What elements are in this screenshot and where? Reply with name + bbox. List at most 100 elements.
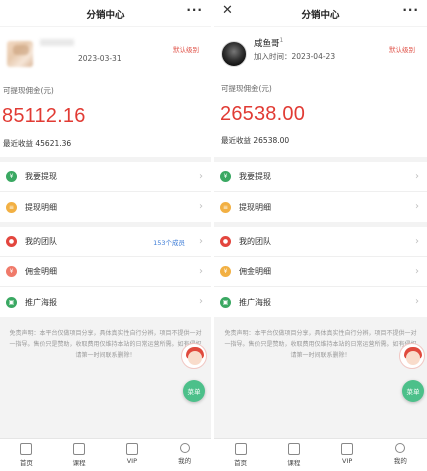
- receipt-icon: ≡: [6, 201, 17, 213]
- menu-label: 佣金明细: [25, 267, 57, 276]
- earnings-card: 咸鱼哥1 加入时间：2023-04-23 默认级别 可提现佣金(元) 26538…: [214, 27, 427, 157]
- menu-label: 我的团队: [25, 237, 57, 246]
- chevron-right-icon: ›: [199, 171, 203, 182]
- menu-fab-button[interactable]: 菜单: [183, 380, 205, 402]
- page-title: 分销中心: [86, 10, 125, 21]
- poster-icon: ▣: [220, 296, 231, 308]
- join-date: 2023-03-31: [78, 54, 122, 63]
- tab-home[interactable]: 首页: [214, 439, 267, 471]
- withdrawable-label: 可提现佣金(元): [221, 84, 272, 93]
- user-name: 咸鱼哥1: [254, 37, 284, 49]
- bottom-tab-bar: 首页 课程 VIP 我的: [0, 438, 211, 471]
- recent-income: 最近收益 26538.00: [221, 136, 290, 145]
- withdraw-menu: ¥ 我要提现 › ≡ 提现明细 ›: [0, 162, 211, 222]
- more-icon[interactable]: ···: [402, 3, 419, 17]
- menu-item-my-team[interactable]: ● 我的团队 ›: [214, 227, 427, 257]
- page-title: 分销中心: [301, 10, 340, 21]
- avatar: [7, 41, 33, 67]
- tab-label: VIP: [341, 457, 353, 465]
- withdrawable-label: 可提现佣金(元): [3, 86, 54, 95]
- menu-item-promo-poster[interactable]: ▣ 推广海报 ›: [0, 287, 211, 317]
- menu-label: 我要提现: [239, 172, 271, 181]
- tab-label: 首页: [19, 459, 33, 467]
- tab-course[interactable]: 课程: [53, 439, 106, 471]
- wallet-icon: ¥: [220, 171, 231, 182]
- course-icon: [73, 443, 86, 455]
- disclaimer-text: 免责声明：本平台仅做项目分享，具体真实性自行分辨，项目不提供一对一指导。售价只是…: [9, 330, 202, 359]
- level-badge[interactable]: 默认级别: [173, 44, 199, 54]
- profile-icon: [395, 443, 406, 453]
- chevron-right-icon: ›: [415, 201, 419, 212]
- bottom-tab-bar: 首页 课程 VIP 我的: [214, 438, 427, 471]
- tab-vip[interactable]: VIP: [321, 439, 374, 471]
- menu-label: 我的团队: [239, 237, 271, 246]
- profile-icon: [179, 443, 190, 453]
- menu-label: 佣金明细: [239, 267, 271, 276]
- disclaimer-text: 免责声明：本平台仅做项目分享，具体真实性自行分辨，项目不提供一对一指导。售价只是…: [224, 330, 417, 359]
- top-bar: ✕ 分销中心 ···: [214, 0, 427, 26]
- wallet-icon: ¥: [6, 171, 17, 182]
- menu-item-withdraw-details[interactable]: ≡ 提现明细 ›: [214, 192, 427, 222]
- join-date: 加入时间：2023-04-23: [254, 52, 336, 61]
- distribution-screen-right: ✕ 分销中心 ··· 咸鱼哥1 加入时间：2023-04-23 默认级别 可提现…: [214, 0, 427, 471]
- team-menu: ● 我的团队 › ¥ 佣金明细 › ▣ 推广海报 ›: [214, 227, 427, 317]
- chevron-right-icon: ›: [199, 201, 203, 212]
- chevron-right-icon: ›: [199, 266, 203, 277]
- chevron-right-icon: ›: [415, 171, 419, 182]
- commission-icon: ¥: [220, 266, 231, 277]
- vip-icon: [341, 443, 354, 455]
- menu-item-my-team[interactable]: ● 我的团队 153个成员 ›: [0, 227, 211, 257]
- chevron-right-icon: ›: [199, 296, 203, 307]
- recent-income: 最近收益 45621.36: [3, 139, 72, 148]
- more-icon[interactable]: ···: [186, 3, 203, 17]
- tab-label: 课程: [287, 459, 301, 467]
- menu-label: 推广海报: [239, 297, 271, 307]
- team-menu: ● 我的团队 153个成员 › ¥ 佣金明细 › ▣ 推广海报 ›: [0, 227, 211, 317]
- tab-label: 我的: [178, 457, 192, 465]
- menu-item-commission-details[interactable]: ¥ 佣金明细 ›: [214, 257, 427, 287]
- vip-icon: [125, 443, 138, 455]
- team-icon: ●: [220, 236, 231, 247]
- customer-service-avatar-icon[interactable]: [399, 343, 425, 369]
- menu-item-promo-poster[interactable]: ▣ 推广海报 ›: [214, 287, 427, 317]
- menu-label: 提现明细: [25, 202, 57, 212]
- menu-label: 提现明细: [239, 202, 271, 212]
- home-icon: [234, 443, 247, 455]
- tab-profile[interactable]: 我的: [374, 439, 427, 471]
- menu-item-withdraw[interactable]: ¥ 我要提现 ›: [0, 162, 211, 192]
- tab-home[interactable]: 首页: [0, 439, 53, 471]
- tab-label: 我的: [393, 457, 407, 465]
- team-count: 153个成员: [153, 239, 185, 247]
- menu-item-withdraw-details[interactable]: ≡ 提现明细 ›: [0, 192, 211, 222]
- avatar: [221, 41, 247, 67]
- tab-label: VIP: [126, 457, 138, 465]
- menu-fab-button[interactable]: 菜单: [402, 380, 424, 402]
- tab-label: 课程: [72, 459, 86, 467]
- poster-icon: ▣: [6, 296, 17, 308]
- customer-service-avatar-icon[interactable]: [181, 343, 207, 369]
- menu-label: 推广海报: [25, 297, 57, 307]
- team-icon: ●: [6, 236, 17, 247]
- top-bar: 分销中心 ···: [0, 0, 211, 26]
- chevron-right-icon: ›: [415, 266, 419, 277]
- tab-label: 首页: [234, 459, 248, 467]
- withdrawable-amount: 85112.16: [2, 105, 86, 127]
- home-icon: [20, 443, 33, 455]
- course-icon: [287, 443, 300, 455]
- tab-vip[interactable]: VIP: [106, 439, 159, 471]
- chevron-right-icon: ›: [415, 236, 419, 247]
- menu-item-withdraw[interactable]: ¥ 我要提现 ›: [214, 162, 427, 192]
- screenshot-pair: 分销中心 ··· 2023-03-31 默认级别 可提现佣金(元) 85112.…: [0, 0, 427, 471]
- earnings-card: 2023-03-31 默认级别 可提现佣金(元) 85112.16 最近收益 4…: [0, 27, 211, 157]
- menu-label: 我要提现: [25, 172, 57, 181]
- blurred-username: [40, 39, 74, 46]
- level-badge[interactable]: 默认级别: [389, 44, 415, 54]
- withdrawable-amount: 26538.00: [220, 103, 306, 125]
- tab-profile[interactable]: 我的: [158, 439, 211, 471]
- distribution-screen-left: 分销中心 ··· 2023-03-31 默认级别 可提现佣金(元) 85112.…: [0, 0, 211, 471]
- chevron-right-icon: ›: [415, 296, 419, 307]
- receipt-icon: ≡: [220, 201, 231, 213]
- commission-icon: ¥: [6, 266, 17, 277]
- menu-item-commission-details[interactable]: ¥ 佣金明细 ›: [0, 257, 211, 287]
- tab-course[interactable]: 课程: [267, 439, 320, 471]
